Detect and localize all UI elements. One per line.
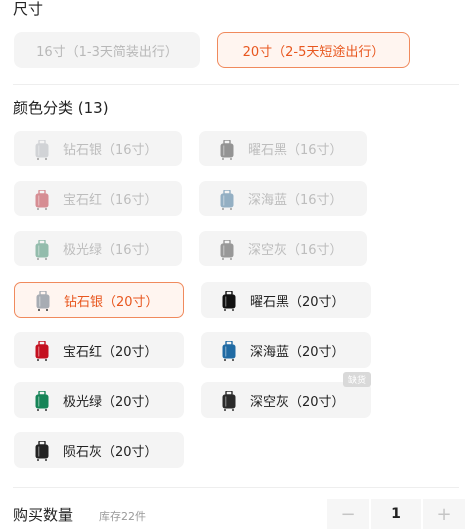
suitcase-icon bbox=[31, 389, 53, 411]
quantity-input[interactable]: 1 bbox=[371, 499, 421, 529]
suitcase-icon bbox=[216, 138, 238, 160]
suitcase-icon bbox=[31, 439, 53, 461]
suitcase-icon bbox=[218, 389, 240, 411]
color-option[interactable]: 极光绿（20寸） bbox=[14, 382, 184, 418]
stock-count: 库存22件 bbox=[99, 510, 146, 523]
color-option-label: 极光绿（20寸） bbox=[63, 394, 158, 410]
color-option[interactable]: 极光绿（16寸） bbox=[14, 231, 182, 266]
color-option-label: 曜石黑（16寸） bbox=[248, 143, 343, 158]
suitcase-icon bbox=[216, 238, 238, 260]
quantity-label: 购买数量 bbox=[13, 506, 74, 524]
suitcase-icon bbox=[31, 138, 53, 160]
color-option[interactable]: 钻石银（16寸） bbox=[14, 131, 182, 166]
suitcase-icon bbox=[218, 339, 240, 361]
color-title: 颜色分类 (13) bbox=[13, 99, 109, 117]
color-option-label: 极光绿（16寸） bbox=[63, 243, 158, 258]
quantity-stepper: − 1 + bbox=[327, 499, 465, 529]
color-option[interactable]: 曜石黑（16寸） bbox=[199, 131, 367, 166]
color-option-label: 宝石红（20寸） bbox=[63, 344, 158, 360]
decrease-button[interactable]: − bbox=[327, 499, 369, 529]
color-option-label: 深海蓝（16寸） bbox=[248, 193, 343, 208]
color-option-label: 钻石银（20寸） bbox=[64, 294, 159, 310]
color-option[interactable]: 深海蓝（16寸） bbox=[199, 181, 367, 216]
divider bbox=[13, 84, 459, 85]
color-option-label: 陨石灰（20寸） bbox=[63, 444, 158, 460]
color-option[interactable]: 宝石红（16寸） bbox=[14, 181, 182, 216]
color-option-label: 深空灰（20寸） bbox=[250, 394, 345, 410]
color-option-label: 宝石红（16寸） bbox=[63, 193, 158, 208]
size-title: 尺寸 bbox=[13, 0, 44, 18]
suitcase-icon bbox=[32, 289, 54, 311]
out-of-stock-badge: 缺货 bbox=[343, 372, 372, 387]
color-option-label: 深空灰（16寸） bbox=[248, 243, 343, 258]
color-option[interactable]: 陨石灰（20寸） bbox=[14, 432, 184, 468]
size-option-16[interactable]: 16寸（1-3天简装出行） bbox=[14, 32, 200, 68]
suitcase-icon bbox=[31, 188, 53, 210]
color-option[interactable]: 曜石黑（20寸） bbox=[201, 282, 371, 318]
color-option[interactable]: 深空灰（20寸） bbox=[201, 382, 371, 418]
size-option-label: 16寸（1-3天简装出行） bbox=[36, 44, 178, 60]
size-option-label: 20寸（2-5天短途出行） bbox=[242, 44, 385, 60]
suitcase-icon bbox=[218, 289, 240, 311]
increase-button[interactable]: + bbox=[423, 499, 465, 529]
color-option[interactable]: 深海蓝（20寸） bbox=[201, 332, 371, 368]
color-option-selected[interactable]: 钻石银（20寸） bbox=[14, 282, 184, 318]
color-option-label: 深海蓝（20寸） bbox=[250, 344, 345, 360]
suitcase-icon bbox=[31, 339, 53, 361]
divider bbox=[13, 487, 459, 488]
suitcase-icon bbox=[31, 238, 53, 260]
color-option[interactable]: 宝石红（20寸） bbox=[14, 332, 184, 368]
color-option-label: 曜石黑（20寸） bbox=[250, 294, 345, 310]
suitcase-icon bbox=[216, 188, 238, 210]
size-option-20[interactable]: 20寸（2-5天短途出行） bbox=[217, 32, 410, 68]
color-option[interactable]: 深空灰（16寸） bbox=[199, 231, 367, 266]
color-option-label: 钻石银（16寸） bbox=[63, 143, 158, 158]
